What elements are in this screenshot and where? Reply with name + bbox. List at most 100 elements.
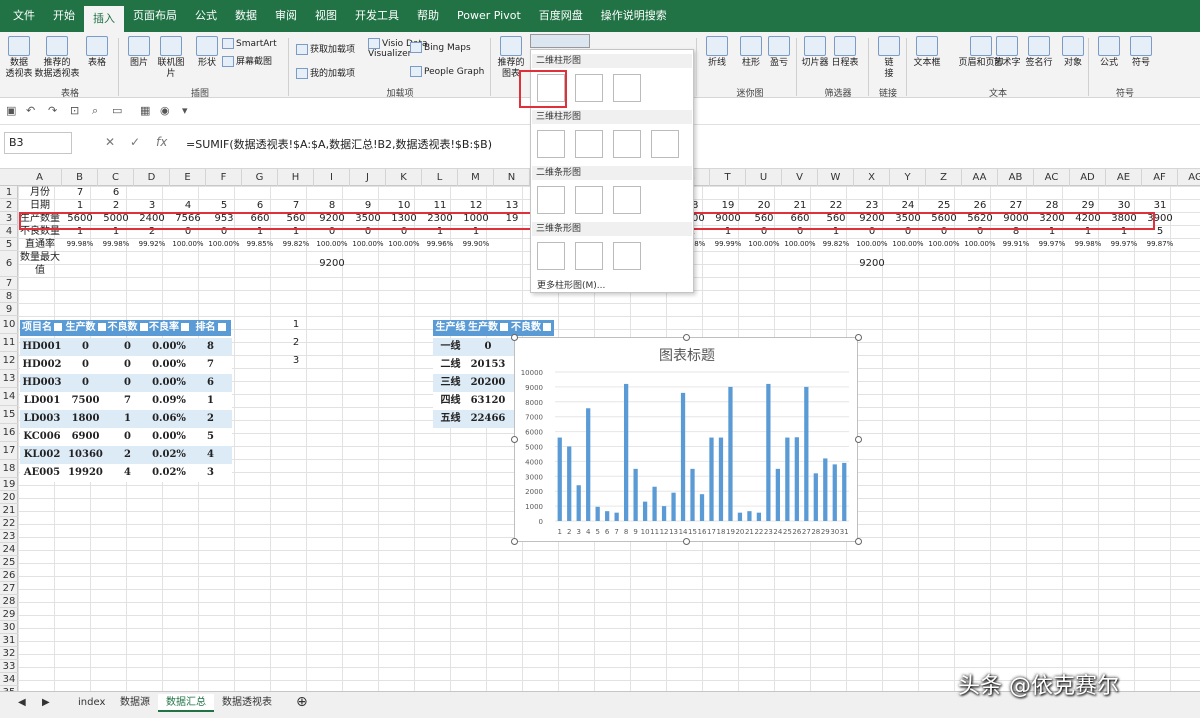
chart-type-option-icon[interactable] [651,130,679,158]
filter-dropdown-icon[interactable] [139,323,148,331]
row-header-32[interactable]: 32 [0,647,18,660]
pivot2-cell[interactable]: 63120 [468,392,508,410]
cell-B5[interactable]: 99.98% [62,238,98,251]
column-header-I[interactable]: I [314,169,350,186]
column-header-AE[interactable]: AE [1106,169,1142,186]
row-header-13[interactable]: 13 [0,370,18,388]
row-header-6[interactable]: 6 [0,251,18,277]
chart-type-option-icon[interactable] [575,242,603,270]
cell-W5[interactable]: 99.82% [818,238,854,251]
insert-column-chart-button[interactable] [530,34,590,48]
ribbon-small-button-3[interactable]: 我的加载项 [296,66,355,79]
row-header-33[interactable]: 33 [0,660,18,673]
pivot2-cell[interactable]: 三线 [433,374,468,392]
column-header-B[interactable]: B [62,169,98,186]
row-header-23[interactable]: 23 [0,530,18,543]
cell-I5[interactable]: 100.00% [314,238,350,251]
pivot1-cell[interactable]: 0.02% [148,446,190,464]
save-icon[interactable]: ▣ [6,104,16,117]
cell-AC5[interactable]: 99.97% [1034,238,1070,251]
pivot1-cell[interactable]: 10360 [64,446,107,464]
chart-type-option-icon[interactable] [537,130,565,158]
pivot1-cell[interactable]: 1 [190,392,231,410]
pivot1-cell[interactable]: 5 [190,428,231,446]
cell-Y2[interactable]: 24 [890,199,926,212]
undo-icon[interactable]: ↶ [26,104,35,117]
row-header-30[interactable]: 30 [0,621,18,634]
row-header-22[interactable]: 22 [0,517,18,530]
chart-type-option-icon[interactable] [537,242,565,270]
pivot1-cell[interactable]: 7 [107,392,148,410]
row-header-21[interactable]: 21 [0,504,18,517]
menu-tab-9[interactable]: 帮助 [408,0,448,32]
pivot1-cell[interactable]: LD001 [20,392,64,410]
pivot1-cell[interactable]: 2 [107,446,148,464]
name-box[interactable]: B3 [4,132,72,154]
ribbon-button-5[interactable]: 形状 [192,36,222,69]
cell-U5[interactable]: 100.00% [746,238,782,251]
row-header-4[interactable]: 4 [0,225,18,238]
cell-C5[interactable]: 99.98% [98,238,134,251]
column-header-E[interactable]: E [170,169,206,186]
cell-AE2[interactable]: 30 [1106,199,1142,212]
pivot1-cell[interactable]: AE005 [20,464,64,482]
cell-X6[interactable]: 9200 [854,251,890,277]
cell-H5[interactable]: 99.82% [278,238,314,251]
column-header-AB[interactable]: AB [998,169,1034,186]
pivot1-cell[interactable]: 2 [190,410,231,428]
row-header-27[interactable]: 27 [0,582,18,595]
cell-AF2[interactable]: 31 [1142,199,1178,212]
pivot1-cell[interactable]: 0 [107,338,148,356]
formula-input[interactable]: =SUMIF(数据透视表!$A:$A,数据汇总!B2,数据透视表!$B:$B) [186,136,492,152]
ribbon-button-16[interactable]: 签名行 [1024,36,1054,69]
pivot1-cell[interactable]: 0.00% [148,356,190,374]
cell-V5[interactable]: 100.00% [782,238,818,251]
ribbon-button-7[interactable]: 折线 [702,36,732,69]
pivot2-cell[interactable]: 0 [468,338,508,356]
menu-tab-6[interactable]: 审阅 [266,0,306,32]
ribbon-small-button-6[interactable]: People Graph [410,66,484,77]
cell-U2[interactable]: 20 [746,199,782,212]
menu-tab-5[interactable]: 数据 [226,0,266,32]
row-header-9[interactable]: 9 [0,303,18,316]
column-header-F[interactable]: F [206,169,242,186]
cell-I6[interactable]: 9200 [314,251,350,277]
cell-AE5[interactable]: 99.97% [1106,238,1142,251]
cell-M5[interactable]: 99.90% [458,238,494,251]
row-header-24[interactable]: 24 [0,543,18,556]
ribbon-button-18[interactable]: 公式 [1094,36,1124,69]
pivot1-header-1[interactable]: 生产数 [64,320,107,336]
customize-icon[interactable]: ▾ [182,104,188,117]
pivot1-header-0[interactable]: 项目名 [20,320,64,336]
column-header-Y[interactable]: Y [890,169,926,186]
filter-dropdown-icon[interactable] [97,323,106,331]
row-header-19[interactable]: 19 [0,478,18,491]
pivot1-cell[interactable]: 1800 [64,410,107,428]
cell-Y5[interactable]: 100.00% [890,238,926,251]
ribbon-button-19[interactable]: 符号 [1126,36,1156,69]
sheet-tab-1[interactable]: 数据源 [112,694,158,712]
column-header-Z[interactable]: Z [926,169,962,186]
pivot1-cell[interactable]: 0.06% [148,410,190,428]
cell-W2[interactable]: 22 [818,199,854,212]
cell-A5[interactable]: 直通率 [18,238,62,251]
chart-type-option-icon[interactable] [575,130,603,158]
pivot2-header-0[interactable]: 生产线 [433,320,468,336]
cell-K5[interactable]: 100.00% [386,238,422,251]
row-header-18[interactable]: 18 [0,460,18,478]
cell-N5[interactable] [494,238,530,251]
column-header-X[interactable]: X [854,169,890,186]
cell-H2[interactable]: 7 [278,199,314,212]
menu-tab-11[interactable]: 百度网盘 [530,0,592,32]
pivot2-cell[interactable]: 20200 [468,374,508,392]
cell-J5[interactable]: 100.00% [350,238,386,251]
cell-J2[interactable]: 9 [350,199,386,212]
cell-AD2[interactable]: 29 [1070,199,1106,212]
ribbon-button-13[interactable]: 文本框 [912,36,942,69]
pivot2-cell[interactable]: 二线 [433,356,468,374]
cell-Z5[interactable]: 100.00% [926,238,962,251]
menu-tab-7[interactable]: 视图 [306,0,346,32]
row-header-17[interactable]: 17 [0,442,18,460]
cell-T5[interactable]: 99.99% [710,238,746,251]
cell-E5[interactable]: 100.00% [170,238,206,251]
